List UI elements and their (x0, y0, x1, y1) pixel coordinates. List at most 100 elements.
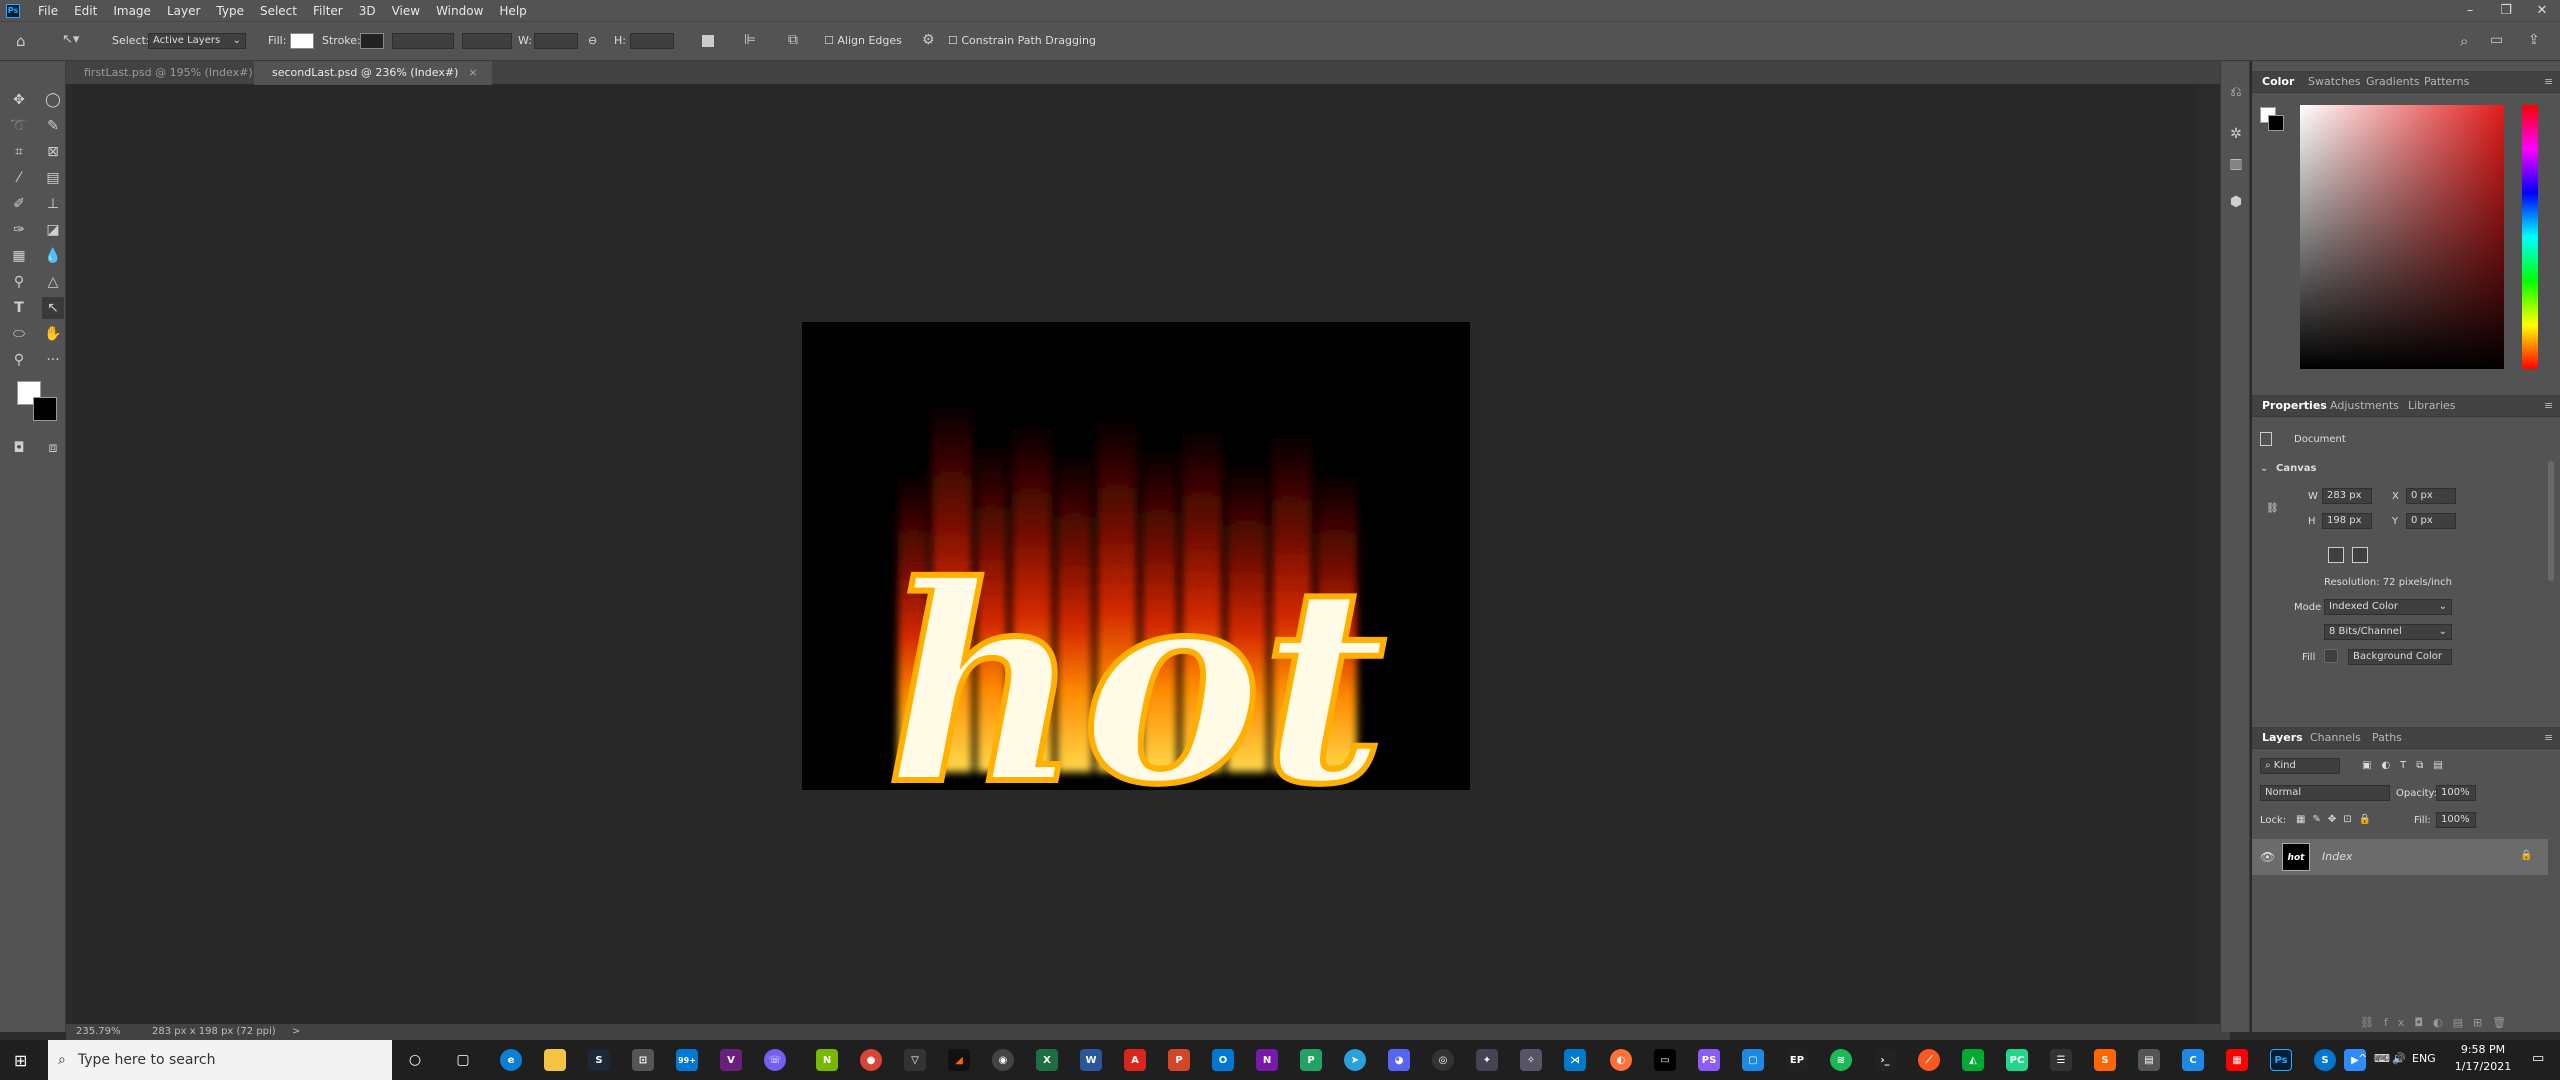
frame-tool-icon[interactable]: ⊠ (42, 141, 64, 163)
move-tool-icon[interactable]: ✥ (8, 89, 30, 111)
close-icon[interactable]: ✕ (2524, 0, 2560, 21)
menu-3d[interactable]: 3D (351, 4, 384, 18)
phpstorm-icon[interactable]: PS (1698, 1049, 1720, 1071)
file-explorer-icon[interactable] (544, 1049, 566, 1071)
app-icon-5[interactable]: ✧ (1520, 1049, 1542, 1071)
path-arrangement-icon[interactable]: ⧉ (788, 32, 798, 48)
app-icon-12[interactable]: ▦ (2226, 1049, 2248, 1071)
word-icon[interactable]: W (1080, 1049, 1102, 1071)
layer-filter-icons[interactable]: ▣◐T⧉▤ (2362, 760, 2453, 771)
constrain-checkbox[interactable]: ☐ Constrain Path Dragging (948, 34, 1096, 47)
menu-layer[interactable]: Layer (159, 4, 208, 18)
notifications-icon[interactable]: ▭ (2532, 1051, 2544, 1066)
history-brush-icon[interactable]: ✑ (8, 219, 30, 241)
menu-image[interactable]: Image (105, 4, 159, 18)
epic-games-icon[interactable]: EP (1786, 1049, 1808, 1071)
document-canvas[interactable]: hot (802, 322, 1470, 847)
app-icon-7[interactable]: ⟋ (1918, 1049, 1940, 1071)
clock-date[interactable]: 1/17/2021 (2448, 1060, 2518, 1073)
gear-icon[interactable]: ⚙ (922, 32, 935, 48)
quick-select-tool-icon[interactable]: ✎ (42, 115, 64, 137)
brush-settings-icon[interactable]: ✲ (2225, 123, 2247, 145)
fill-color-swatch[interactable] (2324, 649, 2338, 663)
keyboard-icon[interactable]: ⌨ (2374, 1052, 2390, 1065)
menu-select[interactable]: Select (252, 4, 305, 18)
tab-secondlast[interactable]: secondLast.psd @ 236% (Index#) × (254, 61, 492, 85)
pen-tool-icon[interactable]: △ (42, 271, 64, 293)
language-indicator[interactable]: ENG (2412, 1052, 2436, 1065)
color-bg-swatch[interactable] (2268, 115, 2284, 131)
tab-color[interactable]: Color (2262, 75, 2294, 88)
onenote-icon[interactable]: N (1256, 1049, 1278, 1071)
h-field[interactable] (630, 33, 674, 49)
blend-mode-dropdown[interactable]: Normal (2260, 785, 2390, 801)
layer-fill-field[interactable]: 100% (2436, 812, 2476, 828)
path-selection-icon[interactable]: ↖ (42, 297, 64, 319)
brush-tool-icon[interactable]: ✐ (8, 193, 30, 215)
ruler-tool-icon[interactable]: ▤ (42, 167, 64, 189)
background-color-swatch[interactable] (33, 397, 57, 421)
hand-tool-icon[interactable]: ✋ (42, 323, 64, 345)
lock-icons[interactable]: ▦✎✥⊡🔒 (2296, 814, 2378, 825)
menu-help[interactable]: Help (491, 4, 534, 18)
tray-chevron-icon[interactable]: ^ (2358, 1052, 2367, 1065)
stroke-type-dropdown[interactable] (462, 33, 512, 49)
app-icon-4[interactable]: ✦ (1476, 1049, 1498, 1071)
outlook-icon[interactable]: O (1212, 1049, 1234, 1071)
quick-mask-icon[interactable]: ◘ (8, 437, 30, 459)
tab-gradients[interactable]: Gradients (2366, 75, 2420, 88)
layer-kind-filter[interactable]: ⌕ Kind (2260, 758, 2340, 774)
volume-icon[interactable]: 🔊 (2392, 1052, 2406, 1065)
mode-dropdown[interactable]: Indexed Color ⌄ (2324, 599, 2452, 615)
app-icon-8[interactable]: ◭ (1962, 1049, 1984, 1071)
canvas-x-field[interactable]: 0 px (2406, 488, 2456, 504)
status-arrow-icon[interactable]: > (292, 1026, 300, 1037)
terminal-icon[interactable]: ▭ (1654, 1049, 1676, 1071)
menu-filter[interactable]: Filter (305, 4, 351, 18)
w-field[interactable] (534, 33, 578, 49)
nvidia-icon[interactable]: N (816, 1049, 838, 1071)
app-icon-9[interactable]: ☰ (2050, 1049, 2072, 1071)
eraser-tool-icon[interactable]: ◪ (42, 219, 64, 241)
tab-paths[interactable]: Paths (2372, 731, 2402, 744)
app-icon-11[interactable]: C (2182, 1049, 2204, 1071)
libraries-icon[interactable]: ▥ (2225, 153, 2247, 175)
dodge-tool-icon[interactable]: ⚲ (8, 271, 30, 293)
history-icon[interactable]: ⎌ (2225, 81, 2247, 103)
path-alignment-icon[interactable]: ⊫ (744, 32, 756, 48)
marquee-tool-icon[interactable]: ◯ (42, 89, 64, 111)
clock-time[interactable]: 9:58 PM (2448, 1043, 2518, 1056)
landscape-icon[interactable] (2352, 547, 2368, 563)
minimize-icon[interactable]: – (2452, 0, 2488, 21)
panel-menu-icon[interactable]: ≡ (2544, 731, 2553, 744)
firefox-icon[interactable]: ◐ (1610, 1049, 1632, 1071)
layer-footer-icons[interactable]: ⛓fx◘◐▤⊞🗑 (2360, 1016, 2516, 1029)
stroke-width-field[interactable] (392, 33, 454, 49)
task-view-icon[interactable]: ▢ (452, 1049, 474, 1071)
visual-studio-icon[interactable]: V (720, 1049, 742, 1071)
more-tools-icon[interactable]: ··· (42, 349, 64, 371)
store-icon[interactable]: ⊡ (632, 1049, 654, 1071)
3d-icon[interactable]: ⬢ (2225, 191, 2247, 213)
crop-tool-icon[interactable]: ⌗ (8, 141, 30, 163)
align-edges-checkbox[interactable]: ☐ Align Edges (824, 34, 902, 47)
tab-firstlast[interactable]: firstLast.psd @ 195% (Index#)× (66, 61, 286, 85)
tab-swatches[interactable]: Swatches (2308, 75, 2361, 88)
workspace-icon[interactable]: ▭ (2490, 32, 2503, 48)
acrobat-icon[interactable]: A (1124, 1049, 1146, 1071)
cmd-icon[interactable]: ›_ (1874, 1049, 1896, 1071)
eyedropper-tool-icon[interactable]: ⁄ (8, 167, 30, 189)
link-dimensions-icon[interactable]: ⛓ (2266, 503, 2279, 514)
bit-depth-dropdown[interactable]: 8 Bits/Channel ⌄ (2324, 624, 2452, 640)
search-icon[interactable]: ⌕ (2460, 32, 2468, 50)
blur-tool-icon[interactable]: 💧 (42, 245, 64, 267)
path-operations-icon[interactable] (702, 35, 714, 47)
taskbar-search[interactable]: ⌕ Type here to search (48, 1040, 392, 1080)
steam-icon[interactable]: S (588, 1049, 610, 1071)
menu-file[interactable]: File (30, 4, 66, 18)
opacity-field[interactable]: 100% (2436, 785, 2476, 801)
ellipse-tool-icon[interactable]: ⬭ (8, 323, 30, 345)
windows-start-icon[interactable]: ⊞ (14, 1051, 27, 1070)
gradient-tool-icon[interactable]: ▦ (8, 245, 30, 267)
panel-menu-icon[interactable]: ≡ (2544, 399, 2553, 412)
